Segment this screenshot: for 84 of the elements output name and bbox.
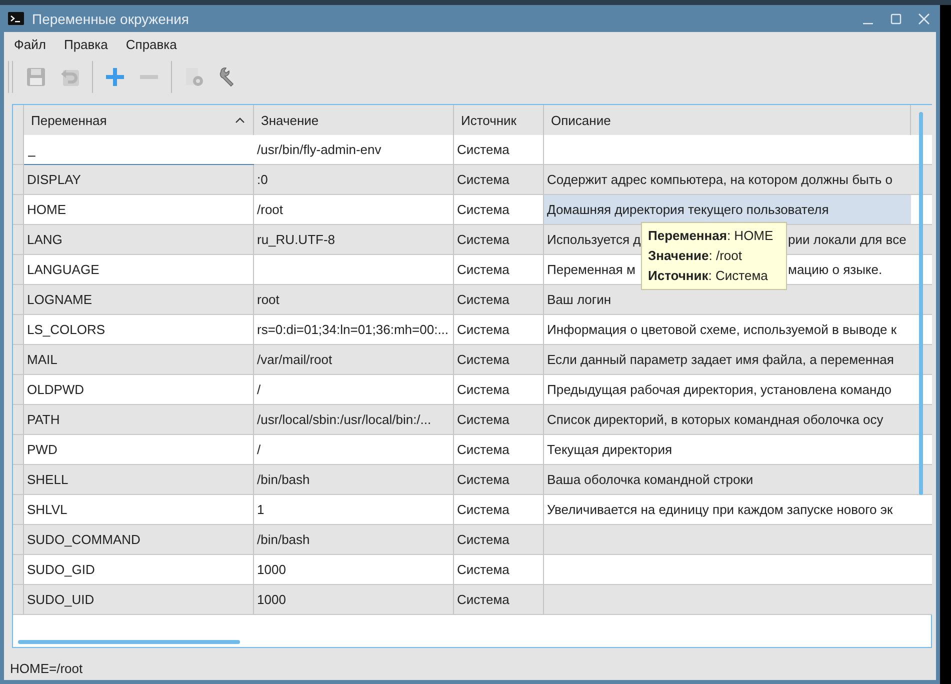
table-cell: Система xyxy=(454,375,544,404)
description-text: Используется д xyxy=(547,232,641,247)
description-text: рии локали для все xyxy=(788,232,906,247)
table-cell: Система xyxy=(454,165,544,194)
table-cell: SUDO_COMMAND xyxy=(24,525,254,554)
row-header[interactable] xyxy=(13,315,24,344)
table-cell: /root xyxy=(254,195,454,224)
gear-document-icon xyxy=(183,66,205,88)
table-cell: root xyxy=(254,285,454,314)
table-cell: 1000 xyxy=(254,585,454,614)
close-button[interactable] xyxy=(918,12,930,24)
table-cell: SUDO_GID xyxy=(24,555,254,584)
table-cell: /bin/bash xyxy=(254,465,454,494)
table-cell-text: Текущая директория xyxy=(546,441,674,459)
table-cell: rs=0:di=01;34:ln=01;36:mh=00:... xyxy=(254,315,454,344)
row-header[interactable] xyxy=(13,495,24,524)
table-cell: LS_COLORS xyxy=(24,315,254,344)
table-cell: HOME xyxy=(24,195,254,224)
menu-item[interactable]: Правка xyxy=(60,36,122,52)
table-cell: Домашняя директория текущего пользователя xyxy=(544,195,911,224)
table-cell: Система xyxy=(454,465,544,494)
maximize-button[interactable] xyxy=(890,12,902,24)
row-header[interactable] xyxy=(13,435,24,464)
table-cell: LANGUAGE xyxy=(24,255,254,284)
table-cell: DISPLAY xyxy=(24,165,254,194)
row-header[interactable] xyxy=(13,255,24,284)
table-cell: SUDO_UID xyxy=(24,585,254,614)
save-icon xyxy=(25,66,47,88)
table-cell: Система xyxy=(454,435,544,464)
table-cell: Система xyxy=(454,525,544,554)
table-cell: LOGNAME xyxy=(24,285,254,314)
tooltip-line: Источник: Система xyxy=(648,267,769,285)
table-cell: Система xyxy=(454,285,544,314)
window-title: Переменные окружения xyxy=(32,10,190,26)
table-cell: /bin/bash xyxy=(254,525,454,554)
tooltip-line: Значение: /root xyxy=(648,247,744,265)
table-cell: / xyxy=(254,435,454,464)
menu-item[interactable]: Справка xyxy=(122,36,191,52)
table-cell: Система xyxy=(454,225,544,254)
table-cell: Система xyxy=(454,405,544,434)
table-cell: 1 xyxy=(254,495,454,524)
table-cell: Система xyxy=(454,585,544,614)
table-cell: 1000 xyxy=(254,555,454,584)
table-cell: Система xyxy=(454,255,544,284)
row-header[interactable] xyxy=(13,555,24,584)
table-cell: SHLVL xyxy=(24,495,254,524)
table-cell-text: Увеличивается на единицу при каждом запуске нового эк xyxy=(546,501,894,519)
sort-ascending-icon xyxy=(235,117,245,123)
table-cell: Система xyxy=(454,135,544,164)
status-text: HOME=/root xyxy=(4,656,936,680)
menu-item[interactable]: Файл xyxy=(10,36,60,52)
table-cell: Система xyxy=(454,495,544,524)
table-cell: /usr/bin/fly-admin-env xyxy=(254,135,454,164)
table-cell: /var/mail/root xyxy=(254,345,454,374)
table-cell: PATH xyxy=(24,405,254,434)
table-cell-text: Если данный параметр задает имя файла, а переменная xyxy=(546,351,895,369)
table-cell: OLDPWD xyxy=(24,375,254,404)
table-cell: ru_RU.UTF-8 xyxy=(254,225,454,254)
vertical-scrollbar[interactable] xyxy=(919,112,923,495)
table-cell: LANG xyxy=(24,225,254,254)
table-cell-text: Список директорий, в которых командная оболочка осу xyxy=(546,411,884,429)
horizontal-scrollbar[interactable] xyxy=(18,640,240,644)
table-cell-text: Предыдущая рабочая директория, установлена командо xyxy=(546,381,893,399)
row-header[interactable] xyxy=(13,135,24,164)
table-cell: Система xyxy=(454,315,544,344)
table-cell: Система xyxy=(454,555,544,584)
description-text: мацию о языке. xyxy=(788,262,882,277)
table-cell: / xyxy=(254,375,454,404)
table-cell: Система xyxy=(454,345,544,374)
description-text: Переменная м xyxy=(547,262,636,277)
table-cell: SHELL xyxy=(24,465,254,494)
table-cell-text: Информация о цветовой схеме, используемой в выводе к xyxy=(546,321,898,339)
table-cell-text: Ваш логин xyxy=(546,291,612,309)
table-cell-text: Ваша оболочка командной строки xyxy=(546,471,754,489)
table-cell: :0 xyxy=(254,165,454,194)
table-cell: /usr/local/sbin:/usr/local/bin:/... xyxy=(254,405,454,434)
terminal-icon xyxy=(8,12,24,25)
row-header[interactable] xyxy=(13,375,24,404)
tooltip-line: Переменная: HOME xyxy=(648,227,774,245)
table-cell: MAIL xyxy=(24,345,254,374)
row-header[interactable] xyxy=(13,195,24,224)
plus-icon xyxy=(104,66,126,88)
table-cell-text: Содержит адрес компьютера, на котором должны быть о xyxy=(546,171,894,189)
table-cell: PWD xyxy=(24,435,254,464)
